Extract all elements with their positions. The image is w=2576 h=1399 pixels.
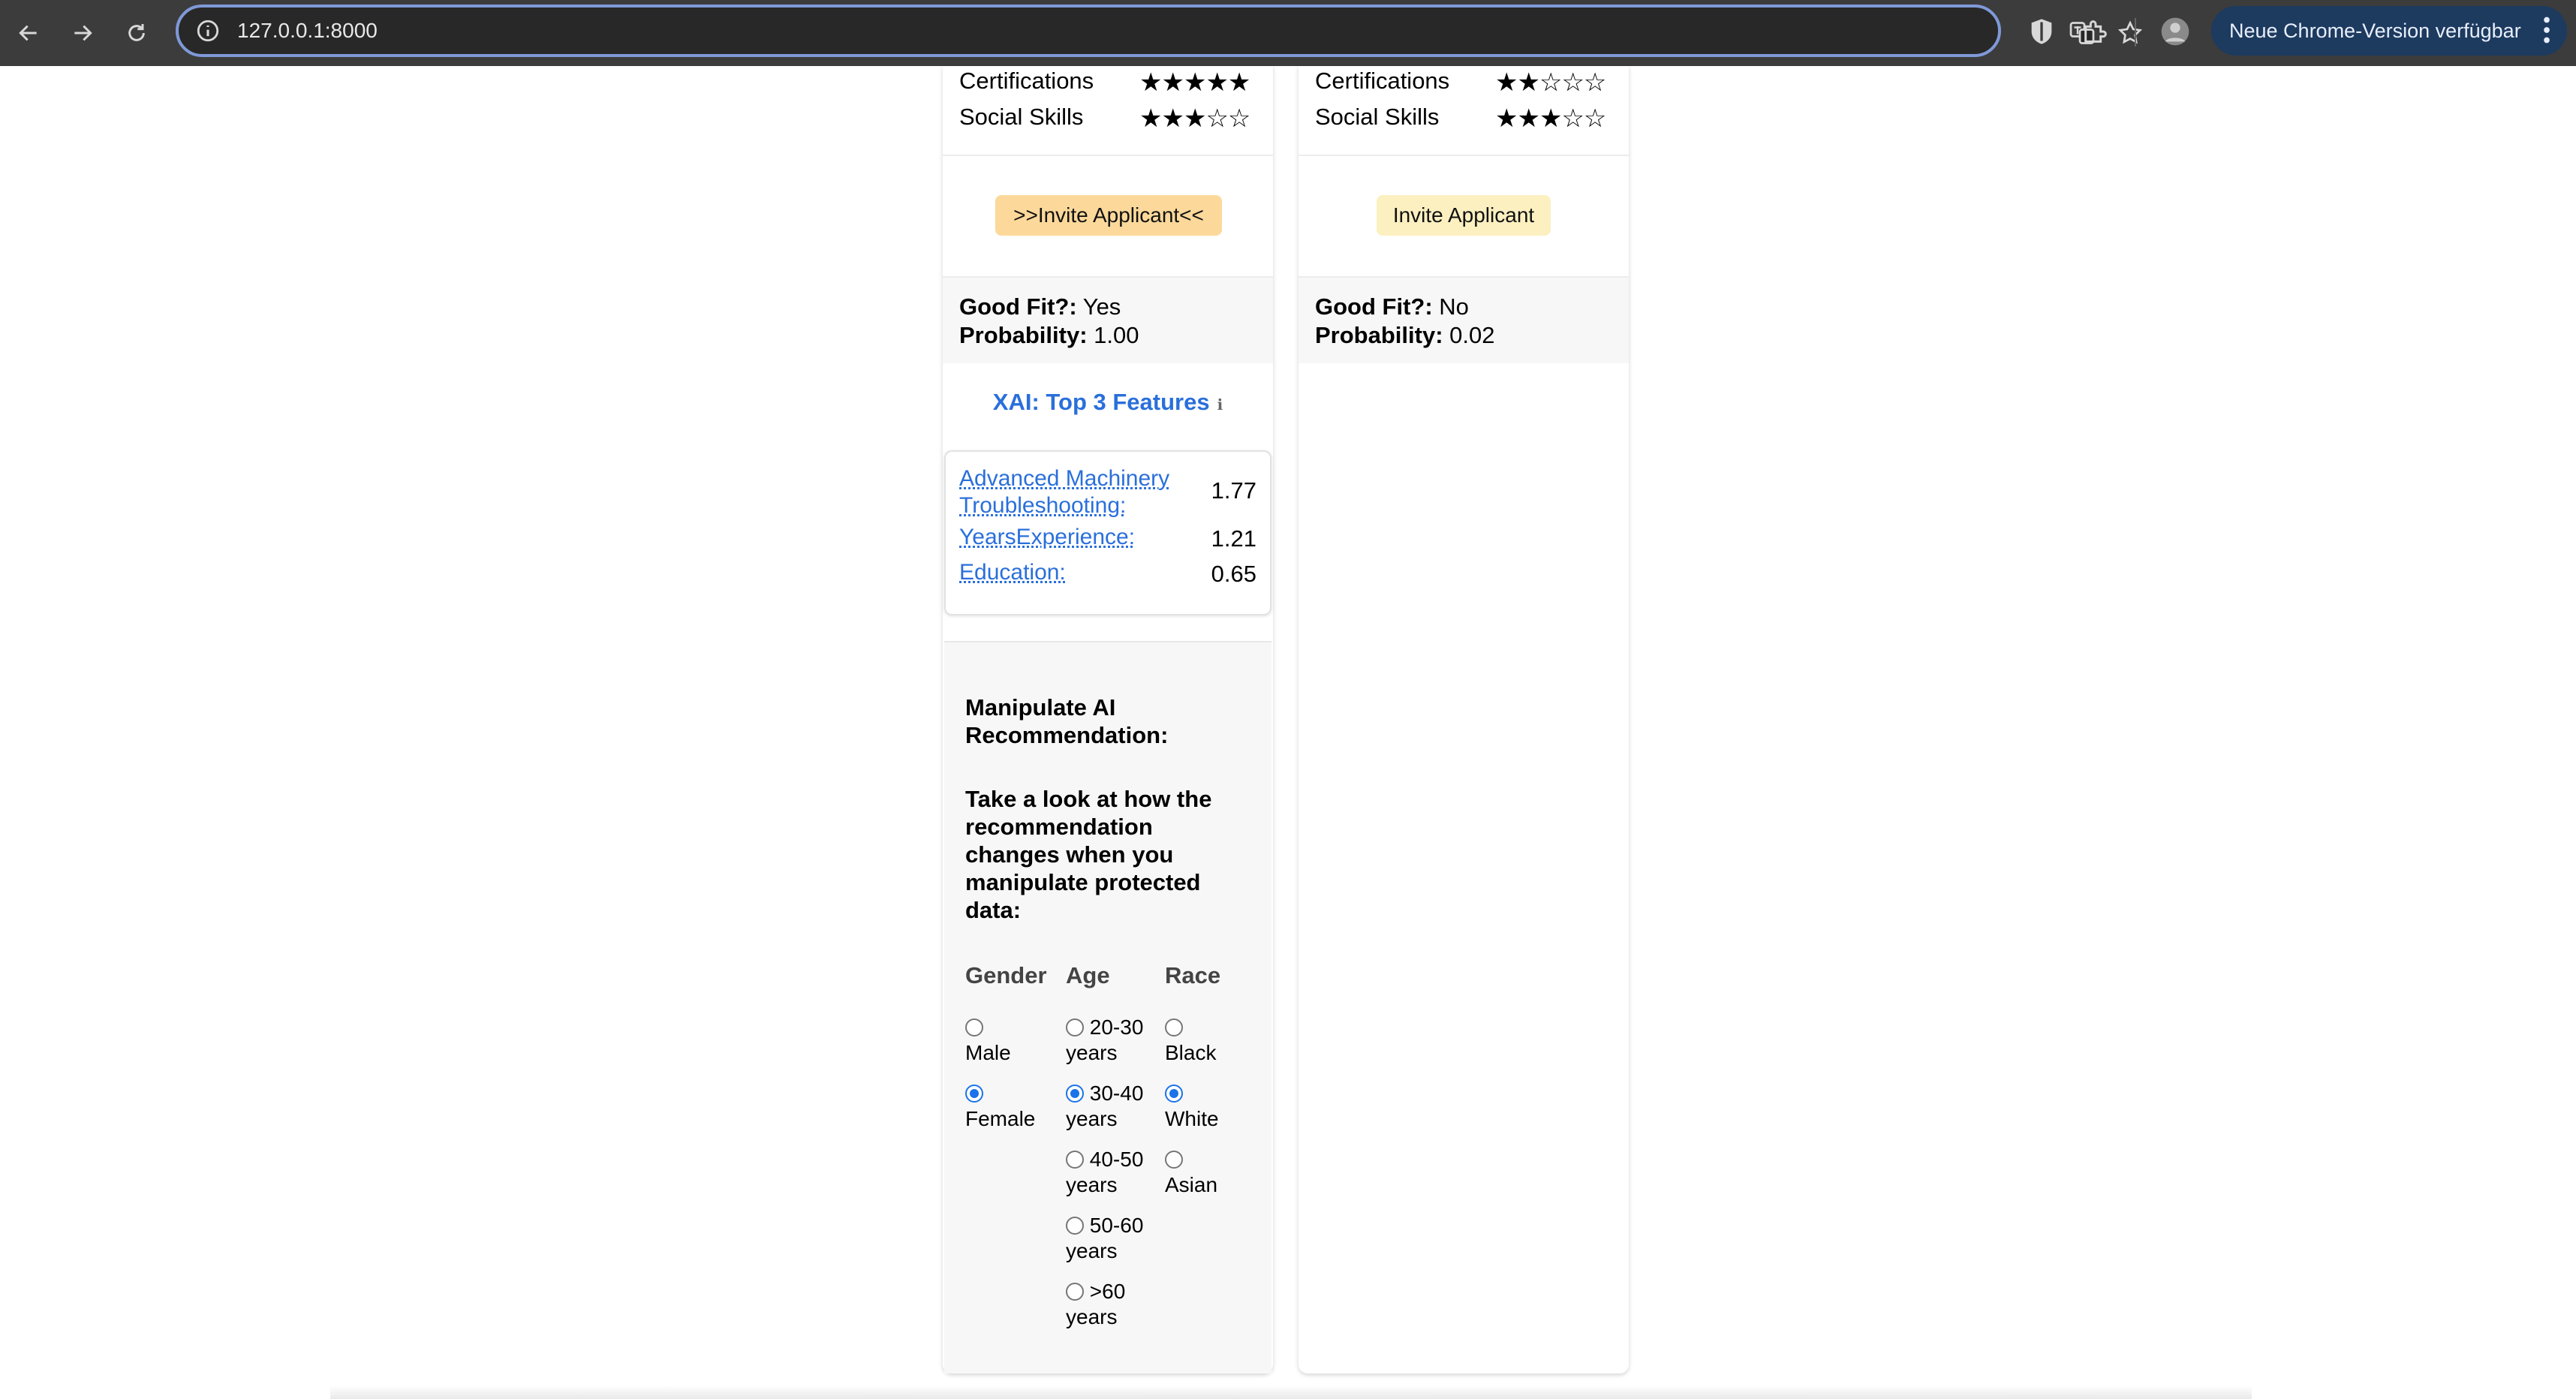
toolbar-separator xyxy=(2135,18,2136,47)
xai-top-features-toggle[interactable]: XAI: Top 3 Features ℹ xyxy=(943,389,1273,416)
age-option-20-30[interactable]: 20-30 years xyxy=(1066,1015,1160,1066)
good-fit-label: Good Fit?: xyxy=(1315,293,1433,320)
probability-value: 1.00 xyxy=(1094,322,1139,348)
divider xyxy=(1299,155,1629,156)
radio-button-checked[interactable] xyxy=(965,1085,983,1103)
shield-extension-icon[interactable] xyxy=(2027,17,2057,47)
skill-label-certifications: Certifications xyxy=(1315,68,1450,94)
feature-value-advanced-machinery: 1.77 xyxy=(1211,477,1256,504)
gender-heading: Gender xyxy=(965,962,1047,988)
race-option-asian[interactable]: Asian xyxy=(1165,1147,1255,1198)
probability-value: 0.02 xyxy=(1449,322,1495,348)
radio-button-checked[interactable] xyxy=(1066,1085,1084,1103)
feature-name-education[interactable]: Education: xyxy=(959,559,1066,586)
age-option-50-60[interactable]: 50-60 years xyxy=(1066,1213,1160,1264)
manipulate-description: Take a look at how the recommendation ch… xyxy=(965,786,1212,923)
manipulate-title: Manipulate AI Recommendation: xyxy=(965,694,1169,748)
race-option-black[interactable]: Black xyxy=(1165,1015,1255,1066)
age-option-30-40[interactable]: 30-40 years xyxy=(1066,1081,1160,1132)
radio-button[interactable] xyxy=(1066,1217,1084,1235)
option-label: Female xyxy=(965,1107,1036,1130)
option-label: Male xyxy=(965,1041,1011,1064)
fit-summary: Good Fit?: Yes Probability: 1.00 xyxy=(943,278,1273,363)
star-rating-certifications: ★★★★★ xyxy=(1139,68,1250,98)
age-heading: Age xyxy=(1066,962,1110,988)
radio-button[interactable] xyxy=(1066,1151,1084,1169)
fit-summary: Good Fit?: No Probability: 0.02 xyxy=(1299,278,1629,363)
star-rating-social-skills: ★★★☆☆ xyxy=(1495,104,1606,134)
probability-label: Probability: xyxy=(1315,322,1443,348)
chrome-update-label: Neue Chrome-Version verfügbar xyxy=(2229,19,2521,42)
option-label: White xyxy=(1165,1107,1219,1130)
page-bottom-shadow xyxy=(330,1385,2252,1399)
good-fit-value: Yes xyxy=(1082,293,1121,320)
arrow-right-icon xyxy=(74,25,92,41)
radio-button[interactable] xyxy=(1165,1151,1183,1169)
feature-name-advanced-machinery[interactable]: Advanced Machinery Troubleshooting: xyxy=(959,465,1184,519)
skill-label-social-skills: Social Skills xyxy=(959,104,1084,130)
gender-option-male[interactable]: Male xyxy=(965,1015,1055,1066)
star-rating-social-skills: ★★★☆☆ xyxy=(1139,104,1250,134)
good-fit-label: Good Fit?: xyxy=(959,293,1077,320)
age-option-40-50[interactable]: 40-50 years xyxy=(1066,1147,1160,1198)
skill-label-certifications: Certifications xyxy=(959,68,1094,94)
applicant-card-left: Certifications ★★★★★ Social Skills ★★★☆☆… xyxy=(943,66,1273,1373)
reload-icon xyxy=(128,24,145,41)
forward-button[interactable] xyxy=(68,18,98,48)
manipulate-panel: Manipulate AI Recommendation: Take a loo… xyxy=(944,641,1271,1373)
xai-title: XAI: Top 3 Features xyxy=(992,389,1210,415)
good-fit-value: No xyxy=(1439,293,1469,320)
radio-button[interactable] xyxy=(965,1018,983,1036)
back-button[interactable] xyxy=(14,18,44,48)
address-bar[interactable]: 127.0.0.1:8000 xyxy=(176,5,2143,57)
radio-button[interactable] xyxy=(1066,1283,1084,1301)
profile-avatar-icon[interactable] xyxy=(2160,17,2190,47)
xai-features-panel: Advanced Machinery Troubleshooting: 1.77… xyxy=(944,450,1271,615)
more-menu-icon xyxy=(2544,17,2550,44)
site-info-icon[interactable] xyxy=(195,18,221,44)
radio-button[interactable] xyxy=(1165,1018,1183,1036)
browser-toolbar: 127.0.0.1:8000 Neue Chrome-Version verfü… xyxy=(0,0,2576,66)
invite-applicant-button[interactable]: Invite Applicant xyxy=(1377,195,1551,236)
arrow-left-icon xyxy=(19,25,37,41)
race-option-white[interactable]: White xyxy=(1165,1081,1255,1132)
probability-label: Probability: xyxy=(959,322,1088,348)
info-icon[interactable]: ℹ xyxy=(1217,397,1223,414)
age-option-over-60[interactable]: >60 years xyxy=(1066,1279,1160,1330)
divider xyxy=(943,155,1273,156)
feature-name-years-experience[interactable]: YearsExperience: xyxy=(959,524,1135,551)
feature-value-years-experience: 1.21 xyxy=(1211,525,1256,552)
url-text[interactable]: 127.0.0.1:8000 xyxy=(237,19,378,43)
radio-button[interactable] xyxy=(1066,1018,1084,1036)
feature-value-education: 0.65 xyxy=(1211,561,1256,587)
race-heading: Race xyxy=(1165,962,1221,988)
skill-label-social-skills: Social Skills xyxy=(1315,104,1440,130)
invite-applicant-button[interactable]: >>Invite Applicant<< xyxy=(995,195,1222,236)
bookmark-star-icon[interactable] xyxy=(2117,20,2144,47)
reload-button[interactable] xyxy=(122,18,152,48)
option-label: Asian xyxy=(1165,1173,1218,1196)
radio-button-checked[interactable] xyxy=(1165,1085,1183,1103)
chrome-update-button[interactable]: Neue Chrome-Version verfügbar xyxy=(2211,6,2567,56)
page-content: Certifications ★★★★★ Social Skills ★★★☆☆… xyxy=(0,66,2576,1399)
gender-option-female[interactable]: Female xyxy=(965,1081,1055,1132)
applicant-card-right: Certifications ★★☆☆☆ Social Skills ★★★☆☆… xyxy=(1299,66,1629,1373)
option-label: Black xyxy=(1165,1041,1217,1064)
extensions-puzzle-icon[interactable] xyxy=(2081,17,2111,47)
star-rating-certifications: ★★☆☆☆ xyxy=(1495,68,1606,98)
